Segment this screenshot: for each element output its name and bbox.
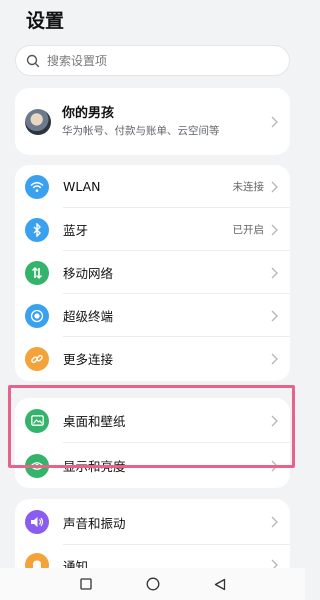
speaker-icon xyxy=(25,510,49,534)
chevron-right-icon xyxy=(271,415,278,426)
settings-item-label: 显示和亮度 xyxy=(63,459,126,474)
settings-item-desktop-wallpaper[interactable]: 桌面和壁纸 xyxy=(15,398,290,443)
settings-item-super-device[interactable]: 超级终端 xyxy=(15,294,290,337)
back-button[interactable] xyxy=(205,569,235,599)
settings-item-sound-vibration[interactable]: 声音和振动 xyxy=(15,499,290,545)
chevron-right-icon xyxy=(271,224,278,235)
chevron-right-icon xyxy=(271,460,278,471)
status-text: 未连接 xyxy=(232,181,265,193)
status-text: 已开启 xyxy=(232,224,265,236)
network-settings-card: WLAN 未连接 蓝牙 已开启 移动网络 超级终端 更多连接 xyxy=(15,165,290,381)
settings-item-label: 蓝牙 xyxy=(63,223,89,238)
account-name: 你的男孩 xyxy=(62,105,115,121)
system-nav-bar xyxy=(0,568,305,600)
wifi-icon xyxy=(25,174,49,199)
chevron-right-icon xyxy=(271,181,278,192)
settings-item-mobile-network[interactable]: 移动网络 xyxy=(15,251,290,294)
chevron-right-icon xyxy=(271,116,278,127)
super-device-icon xyxy=(25,303,49,328)
mobile-data-icon xyxy=(25,260,49,285)
circle-icon xyxy=(146,577,159,591)
eye-icon xyxy=(25,453,49,478)
settings-item-label: 移动网络 xyxy=(63,266,114,281)
search-icon xyxy=(26,54,40,68)
settings-item-label: 桌面和壁纸 xyxy=(63,414,126,429)
chevron-right-icon xyxy=(271,310,278,321)
link-icon xyxy=(25,346,49,371)
settings-item-more-connections[interactable]: 更多连接 xyxy=(15,337,290,380)
account-card[interactable]: 你的男孩 华为帐号、付款与账单、云空间等 xyxy=(15,88,290,155)
recent-apps-button[interactable] xyxy=(71,569,101,599)
home-button[interactable] xyxy=(138,569,168,599)
search-bar[interactable] xyxy=(15,45,290,76)
settings-item-wlan[interactable]: WLAN 未连接 xyxy=(15,165,290,208)
settings-item-bluetooth[interactable]: 蓝牙 已开启 xyxy=(15,208,290,251)
sound-settings-card: 声音和振动 通知 xyxy=(15,499,290,579)
bluetooth-icon xyxy=(25,217,49,242)
wallpaper-icon xyxy=(25,408,49,433)
display-settings-card: 桌面和壁纸 显示和亮度 xyxy=(15,398,290,488)
settings-item-label: 超级终端 xyxy=(63,309,114,324)
settings-item-label: 更多连接 xyxy=(63,352,114,367)
avatar xyxy=(25,108,51,135)
settings-item-display-brightness[interactable]: 显示和亮度 xyxy=(15,443,290,488)
back-triangle-icon xyxy=(214,578,225,590)
settings-item-label: 声音和振动 xyxy=(63,515,126,531)
chevron-right-icon xyxy=(271,516,278,528)
chevron-right-icon xyxy=(271,267,278,278)
chevron-right-icon xyxy=(271,353,278,364)
account-subtitle: 华为帐号、付款与账单、云空间等 xyxy=(62,124,220,137)
search-input[interactable] xyxy=(47,53,267,68)
settings-item-label: WLAN xyxy=(63,179,101,194)
page-title: 设置 xyxy=(26,10,65,32)
square-icon xyxy=(79,578,92,590)
